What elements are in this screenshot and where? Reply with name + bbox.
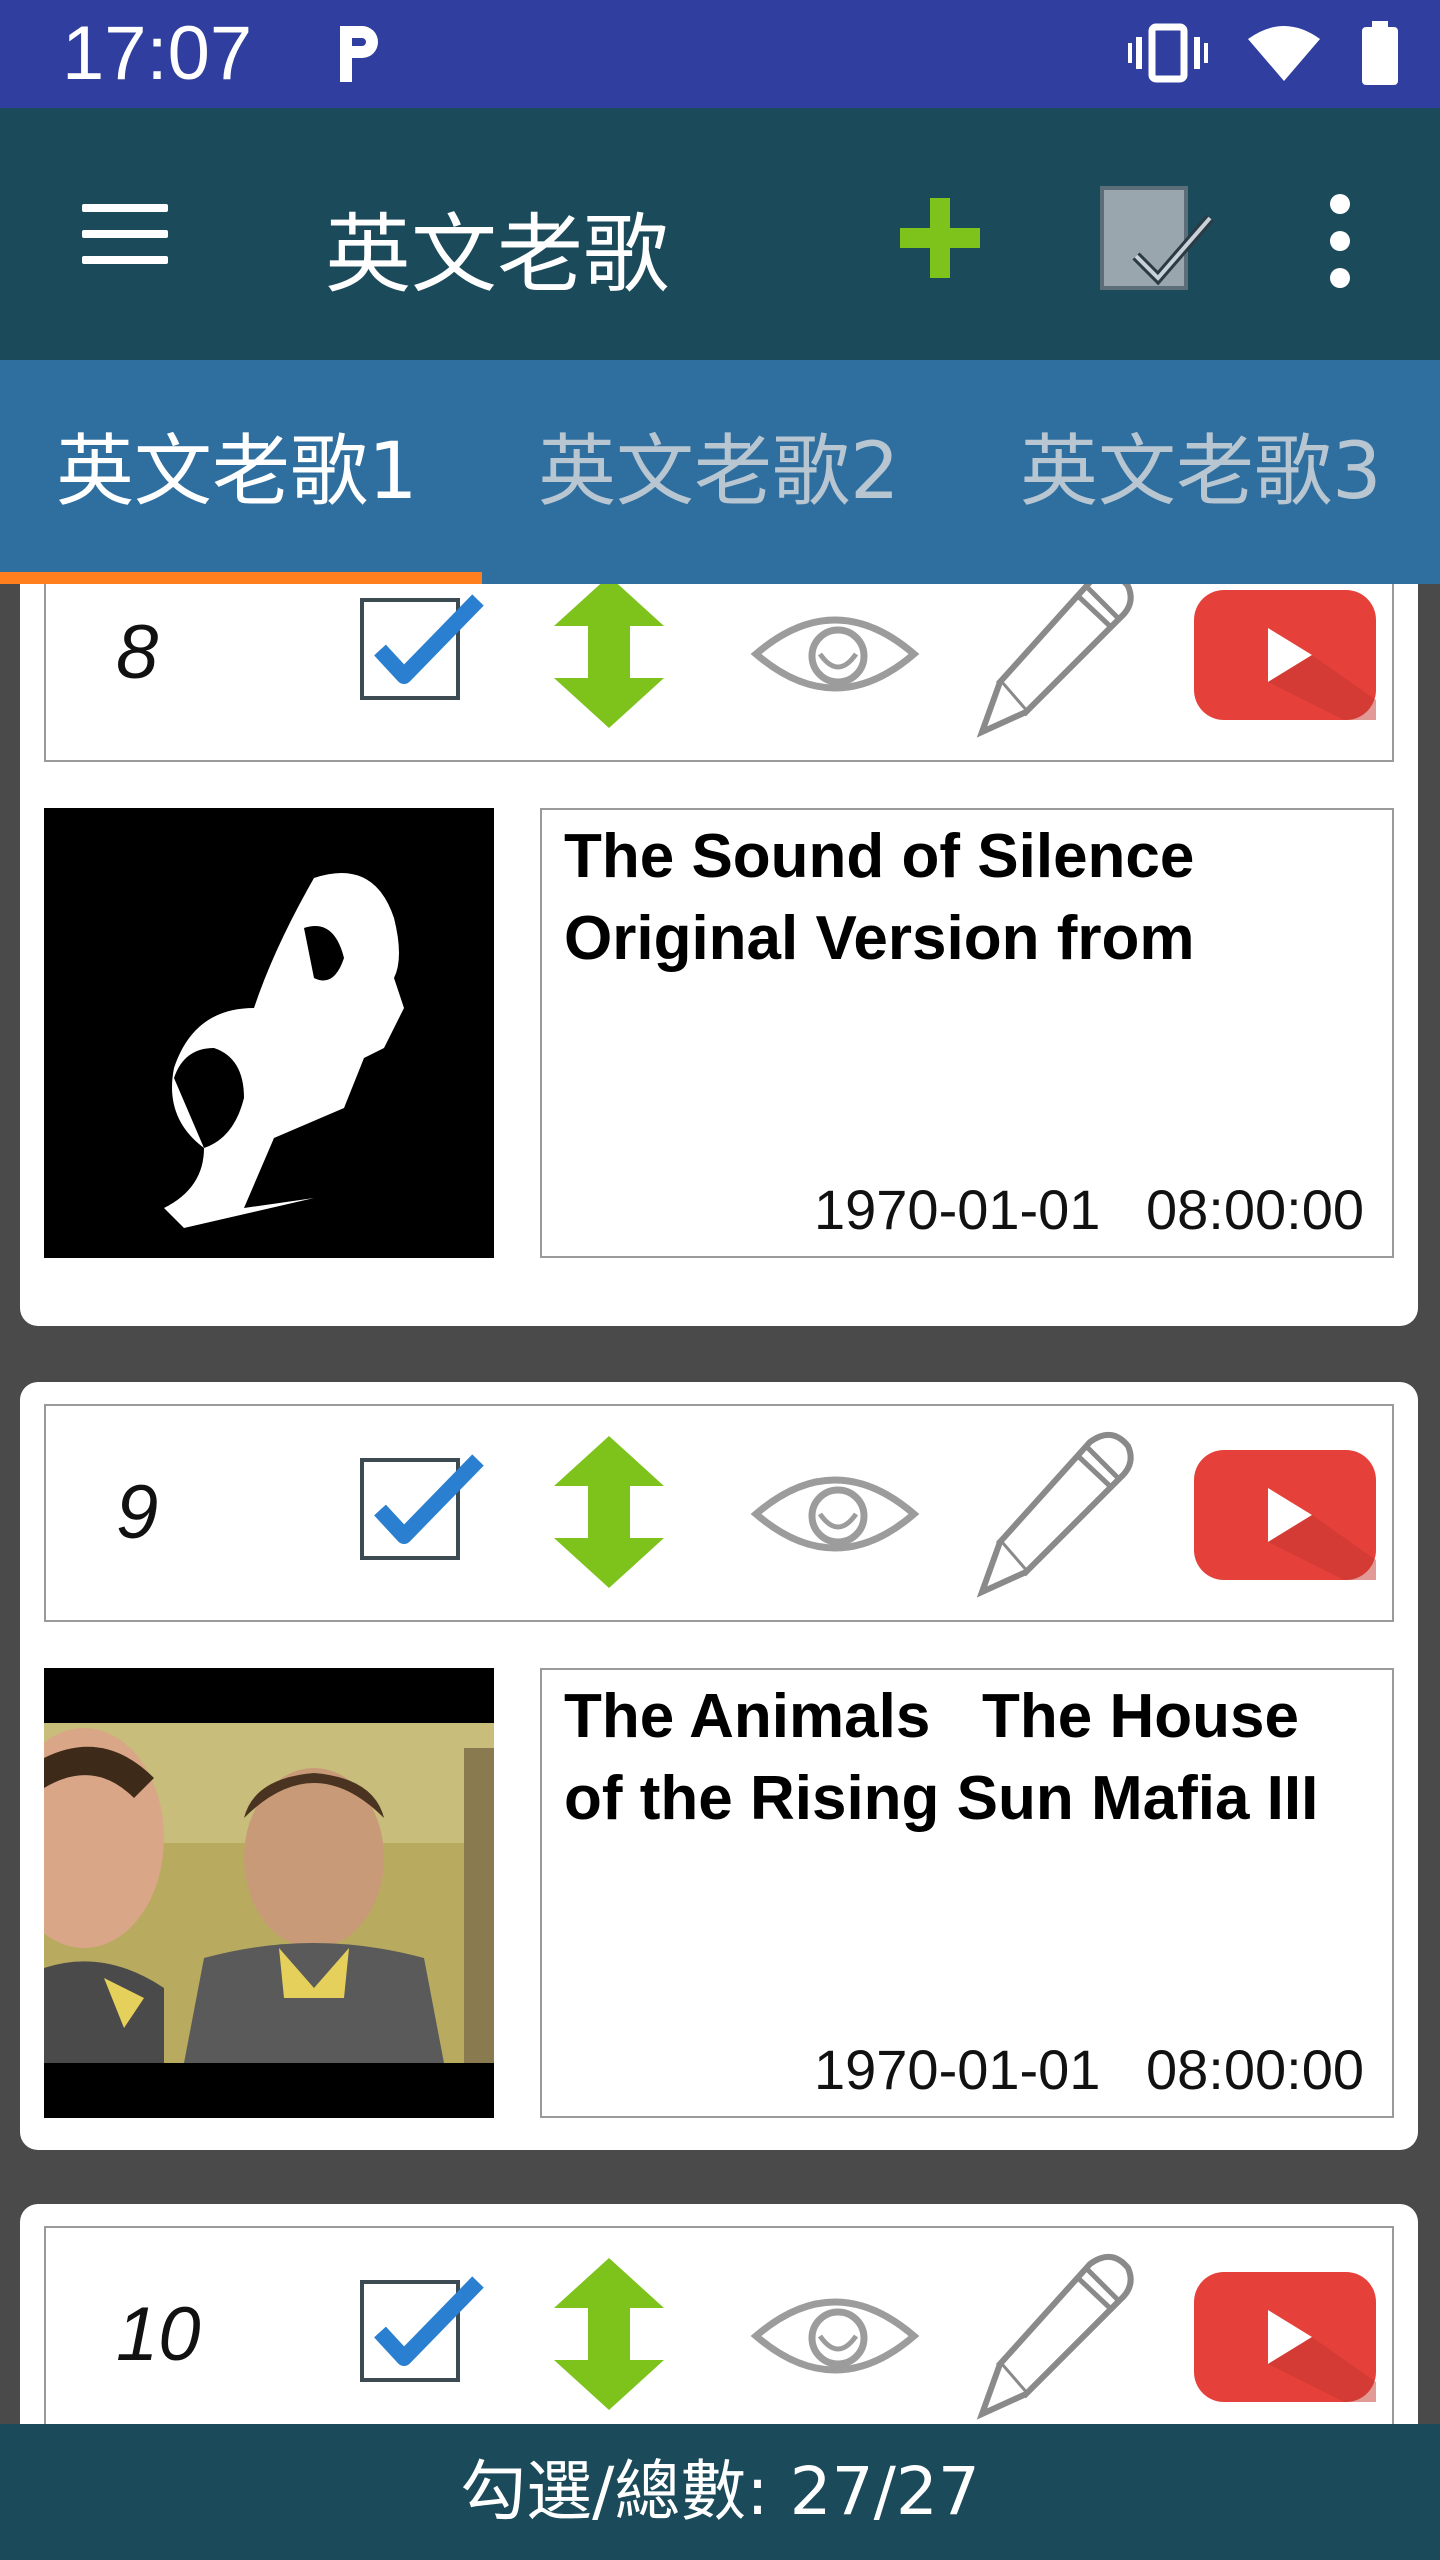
item-number: 9 [116,1470,159,1555]
list-item: 10 [20,2204,1418,2424]
eye-icon[interactable] [750,2286,920,2391]
song-info[interactable]: The Animals The House of the Rising Sun … [540,1668,1394,2118]
song-date: 1970-01-01 08:00:00 [814,2038,1364,2101]
app-bar: 英文老歌 [0,108,1440,360]
tab-2[interactable]: 英文老歌2 [538,360,900,584]
tab-3[interactable]: 英文老歌3 [1020,360,1382,584]
song-list[interactable]: 8 The Sound of Silence Original Version … [0,584,1440,2424]
song-thumbnail[interactable] [44,1668,494,2118]
checkbox-checked-icon[interactable] [358,1454,488,1569]
item-number: 8 [116,610,159,695]
tab-indicator [0,572,482,584]
tab-bar: 英文老歌1 英文老歌2 英文老歌3 [0,360,1440,584]
select-all-icon[interactable] [1096,178,1216,298]
reorder-arrows-icon[interactable] [554,1436,664,1593]
more-vert-icon[interactable] [1310,186,1370,296]
reorder-arrows-icon[interactable] [554,2258,664,2415]
song-thumbnail[interactable] [44,808,494,1258]
item-number: 10 [116,2292,201,2377]
action-row: 8 [44,584,1394,762]
youtube-play-icon[interactable] [1194,1450,1376,1585]
battery-icon [1360,20,1400,90]
list-item: 8 The Sound of Silence Original Version … [20,584,1418,1326]
status-bar: 17:07 [0,0,1440,108]
checkbox-checked-icon[interactable] [358,2276,488,2391]
youtube-play-icon[interactable] [1194,590,1376,725]
selection-count-footer: 勾選/總數: 27/27 [0,2424,1440,2560]
youtube-play-icon[interactable] [1194,2272,1376,2407]
action-row: 9 [44,1404,1394,1622]
eye-icon[interactable] [750,604,920,709]
status-time: 17:07 [62,11,253,96]
menu-icon[interactable] [70,188,180,288]
song-title: The Sound of Silence Original Version fr… [564,822,1195,973]
reorder-arrows-icon[interactable] [554,584,664,733]
eye-icon[interactable] [750,1464,920,1569]
song-title: The Animals The House of the Rising Sun … [564,1682,1319,1833]
song-date: 1970-01-01 08:00:00 [814,1178,1364,1241]
vibrate-icon [1128,23,1208,88]
action-row: 10 [44,2226,1394,2424]
pencil-edit-icon[interactable] [960,1422,1140,1607]
status-icons [1128,20,1400,90]
parking-p-icon [330,18,390,88]
tab-1[interactable]: 英文老歌1 [56,360,418,584]
app-title: 英文老歌 [325,205,669,305]
checkbox-checked-icon[interactable] [358,594,488,709]
list-item: 9 The Animals The House of the Rising Su… [20,1382,1418,2150]
wifi-icon [1246,23,1322,88]
pencil-edit-icon[interactable] [960,2244,1140,2424]
song-info[interactable]: The Sound of Silence Original Version fr… [540,808,1394,1258]
pencil-edit-icon[interactable] [960,584,1140,747]
add-icon[interactable] [890,188,990,288]
